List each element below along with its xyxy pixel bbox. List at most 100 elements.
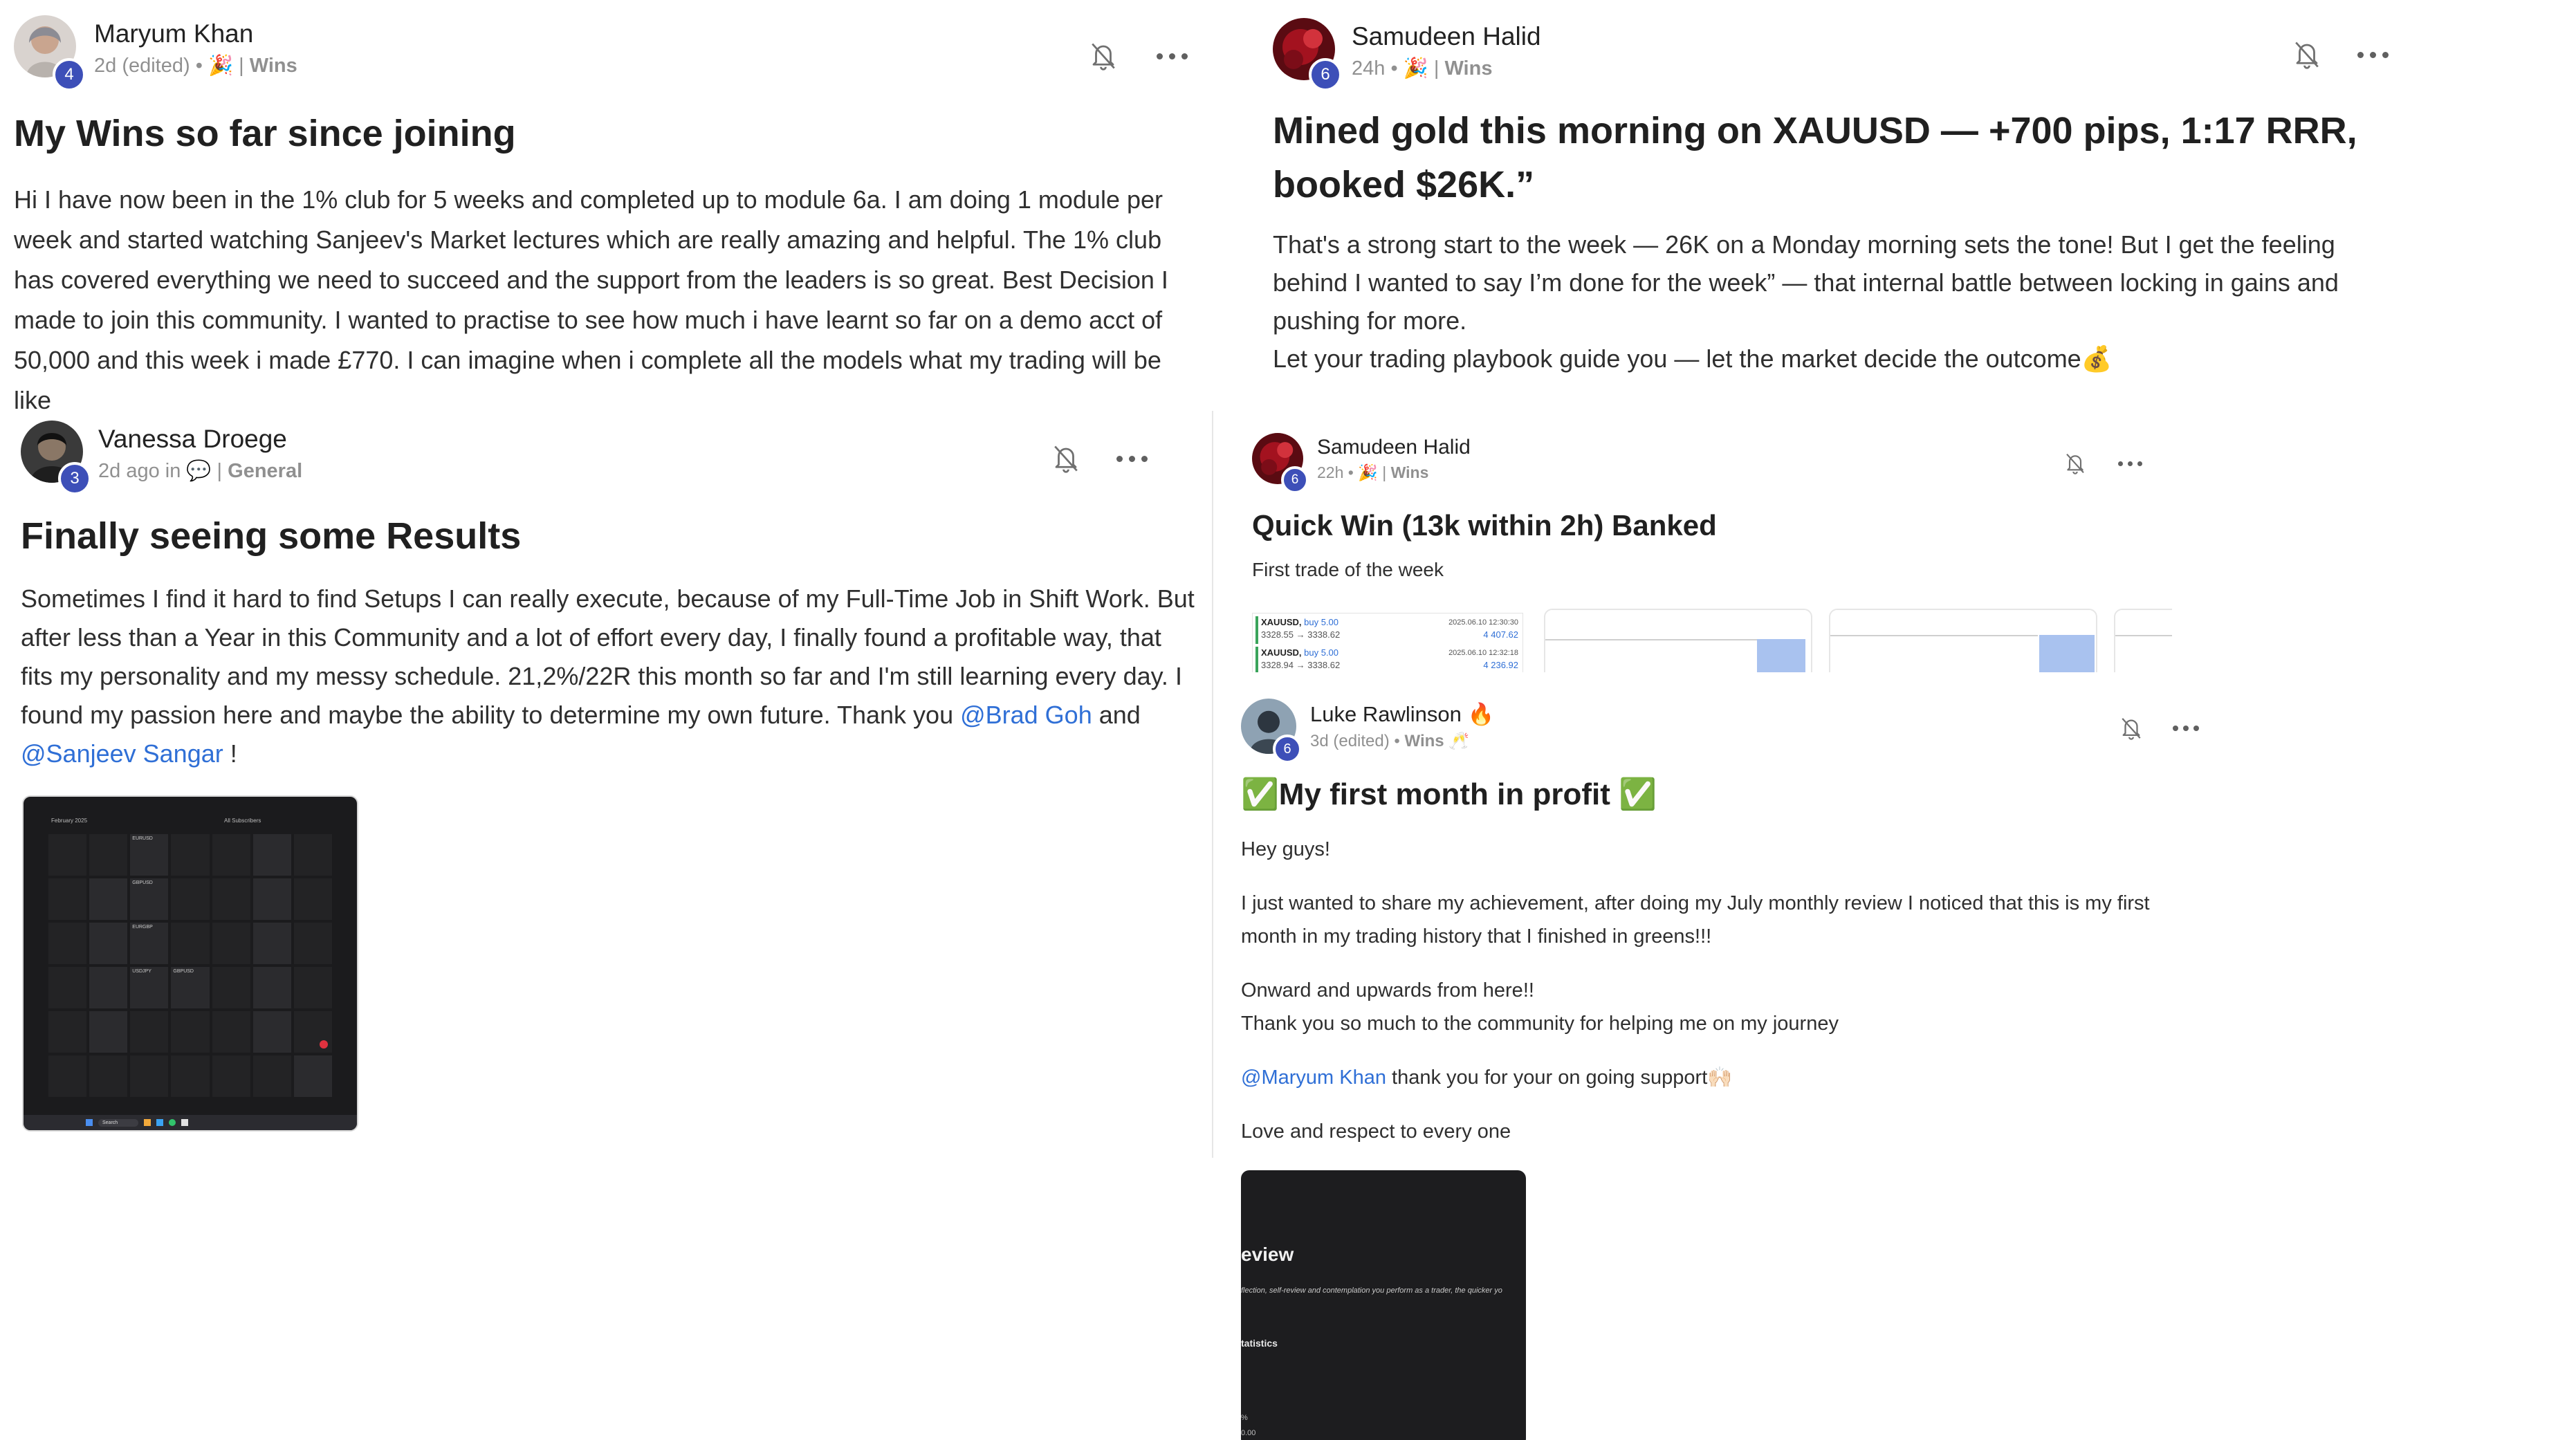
- calendar-cell: [212, 923, 250, 964]
- author-name[interactable]: Samudeen Halid: [1352, 22, 1541, 51]
- notifications-off-button[interactable]: [1049, 441, 1083, 476]
- more-horizontal-icon: [1156, 53, 1188, 59]
- level-number: 4: [64, 65, 74, 84]
- image-carousel[interactable]: XAUUSD, buy 5.00 2025.06.10 12:30:30 3328…: [1252, 609, 2172, 672]
- calendar-cell: [48, 967, 87, 1008]
- avatar[interactable]: 6: [1273, 18, 1342, 91]
- trade-profit: 4 407.62: [1483, 629, 1518, 640]
- post-body-text: and: [1092, 701, 1141, 729]
- more-options-button[interactable]: [1111, 441, 1152, 476]
- post-title-text: My first month in profit: [1278, 777, 1610, 811]
- post-body-paragraph: @Maryum Khan thank you for your on going…: [1241, 1061, 2209, 1094]
- post-luke: 6 Luke Rawlinson 🔥 3d (edited) • Wins 🥂 …: [1241, 699, 2209, 1440]
- meta-bullet: •: [1385, 57, 1404, 80]
- post-samudeen-quickwin: 6 Samudeen Halid 22h • 🎉 | Wins Quick Wi…: [1252, 433, 2172, 672]
- post-body-text: thank you for your on going support🙌🏻: [1386, 1067, 1733, 1089]
- post-body-paragraph: I just wanted to share my achievement, a…: [1241, 892, 2150, 948]
- calendar-grid: EURUSD GBPUSD EURGBP USDJPY GBPUSD: [48, 834, 332, 1097]
- chat-bubble-icon: 💬: [186, 460, 212, 482]
- screenshot-month: February 2025: [51, 818, 88, 824]
- more-horizontal-icon: [2117, 461, 2142, 466]
- avatar[interactable]: 6: [1252, 433, 1309, 494]
- post-body-paragraph: Love and respect to every one: [1241, 1120, 1511, 1143]
- post-time[interactable]: 22h: [1317, 463, 1343, 481]
- category-link[interactable]: Wins: [250, 55, 297, 77]
- post-title[interactable]: Mined gold this morning on XAUUSD — +700…: [1273, 104, 2449, 212]
- image-axis-label: 0.00: [1241, 1429, 1256, 1437]
- calendar-cell: GBPUSD: [130, 878, 169, 920]
- calendar-cell: [171, 834, 210, 876]
- avatar[interactable]: 4: [14, 15, 86, 91]
- app-icon: [156, 1119, 164, 1126]
- bell-off-icon: [2122, 718, 2141, 740]
- category-link[interactable]: General: [228, 460, 302, 482]
- image-subtitle: flection, self-review and contemplation …: [1241, 1286, 1502, 1295]
- chart-thumbnail[interactable]: [1829, 609, 2097, 672]
- price-line: [1545, 639, 1774, 640]
- post-title[interactable]: Quick Win (13k within 2h) Banked: [1252, 509, 1717, 542]
- chart-bar: [2039, 635, 2095, 672]
- post-header: 6 Luke Rawlinson 🔥 3d (edited) • Wins 🥂: [1241, 699, 1494, 764]
- trade-prices: 3328.55 → 3338.62: [1261, 629, 1341, 640]
- author-name[interactable]: Vanessa Droege: [98, 425, 302, 454]
- post-time[interactable]: 24h: [1352, 57, 1385, 80]
- notifications-off-button[interactable]: [2290, 37, 2324, 72]
- app-icon: [169, 1119, 176, 1126]
- calendar-cell: [293, 878, 332, 920]
- mention-link[interactable]: @Maryum Khan: [1241, 1067, 1386, 1089]
- calendar-cell: [48, 834, 87, 876]
- calendar-cell: [252, 967, 291, 1008]
- calendar-cell-loss: [293, 1011, 332, 1053]
- trade-history-image[interactable]: XAUUSD, buy 5.00 2025.06.10 12:30:30 3328…: [1252, 613, 1523, 672]
- bell-off-icon: [1054, 445, 1078, 473]
- level-badge: 3: [58, 462, 91, 495]
- post-meta: 2d ago in 💬 | General: [98, 459, 302, 483]
- mention-link[interactable]: @Brad Goh: [960, 701, 1092, 729]
- avatar[interactable]: 6: [1241, 699, 1302, 764]
- post-header: 4 Maryum Khan 2d (edited) • 🎉 | Wins: [14, 15, 297, 91]
- post-image-attachment[interactable]: eview flection, self-review and contempl…: [1241, 1170, 1526, 1440]
- trade-symbol: XAUUSD,: [1261, 647, 1302, 658]
- calendar-cell: [252, 878, 291, 920]
- more-options-button[interactable]: [1151, 39, 1193, 73]
- bell-off-icon: [1092, 43, 1115, 71]
- calendar-cell: [48, 1011, 87, 1053]
- notifications-off-button[interactable]: [2117, 714, 2146, 743]
- image-section: tatistics: [1241, 1338, 1278, 1349]
- price-line: [1830, 635, 2038, 636]
- more-options-button[interactable]: [2352, 37, 2393, 72]
- post-image-attachment[interactable]: February 2025 All Subscribers EURUSD GBP…: [22, 795, 358, 1132]
- meta-separator: |: [233, 55, 250, 77]
- post-body: First trade of the week: [1252, 559, 1444, 580]
- calendar-cell: [171, 1055, 210, 1097]
- author-name[interactable]: Maryum Khan: [94, 19, 297, 48]
- trade-side: buy 5.00: [1304, 617, 1339, 627]
- more-options-button[interactable]: [2168, 714, 2204, 743]
- post-vanessa: 3 Vanessa Droege 2d ago in 💬 | General F…: [21, 421, 1197, 1133]
- calendar-cell: EURUSD: [130, 834, 169, 876]
- post-maryum: 4 Maryum Khan 2d (edited) • 🎉 | Wins My …: [14, 15, 1197, 409]
- post-time[interactable]: 2d (edited): [94, 55, 190, 77]
- avatar[interactable]: 3: [21, 421, 91, 495]
- category-link[interactable]: Wins: [1391, 463, 1429, 481]
- author-name[interactable]: Luke Rawlinson 🔥: [1310, 701, 1494, 727]
- post-meta: 3d (edited) • Wins 🥂: [1310, 731, 1494, 751]
- category-link[interactable]: Wins: [1444, 57, 1492, 80]
- calendar-cell: USDJPY: [130, 967, 169, 1008]
- post-title[interactable]: Finally seeing some Results: [21, 515, 521, 557]
- mention-link[interactable]: @Sanjeev Sangar: [21, 739, 223, 768]
- chart-thumbnail[interactable]: [2114, 609, 2172, 672]
- more-options-button[interactable]: [2113, 450, 2147, 477]
- category-link[interactable]: Wins: [1405, 732, 1444, 750]
- level-number: 6: [1321, 65, 1330, 84]
- chart-thumbnail[interactable]: [1544, 609, 1812, 672]
- post-time[interactable]: 2d ago in: [98, 460, 186, 482]
- post-body-paragraph: That's a strong start to the week — 26K …: [1273, 230, 2339, 335]
- post-title[interactable]: My Wins so far since joining: [14, 112, 516, 155]
- notifications-off-button[interactable]: [2061, 450, 2089, 477]
- post-body-paragraph: Hey guys!: [1241, 838, 1330, 860]
- post-time[interactable]: 3d (edited): [1310, 732, 1390, 750]
- notifications-off-button[interactable]: [1086, 39, 1121, 73]
- post-title[interactable]: ✅My first month in profit ✅: [1241, 776, 1657, 812]
- author-name[interactable]: Samudeen Halid: [1317, 436, 1471, 459]
